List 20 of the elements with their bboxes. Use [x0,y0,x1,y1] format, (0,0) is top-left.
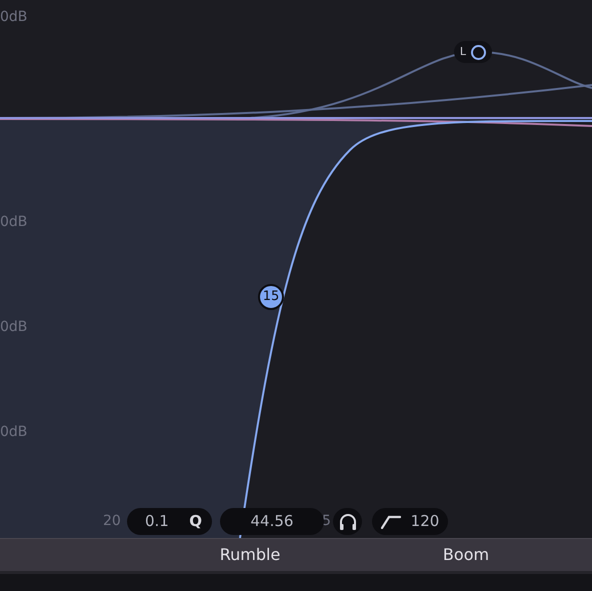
gain-label: 0dB [0,320,28,334]
node-label: L [460,44,466,60]
frequency-control[interactable]: 44.56 [220,508,324,535]
slope-value: 120 [410,511,440,532]
frequency-label: 5 [322,514,331,528]
q-control[interactable]: 0.1 Q [127,508,212,535]
gain-label: 0dB [0,425,28,439]
frequency-label: 20 [103,514,121,528]
band-node[interactable]: L [454,41,492,63]
slope-control[interactable]: 120 [372,508,448,535]
band-name[interactable]: Boom [442,543,490,567]
q-value: 0.1 [145,511,169,532]
gain-label: 0dB [0,215,28,229]
q-label: Q [189,511,202,532]
gain-label: 0dB [0,10,28,24]
headphones-button[interactable] [333,508,362,535]
headphones-icon [338,512,358,532]
ring-icon [471,44,486,60]
band-name[interactable]: Rumble [220,543,280,567]
slope-icon [380,514,401,528]
